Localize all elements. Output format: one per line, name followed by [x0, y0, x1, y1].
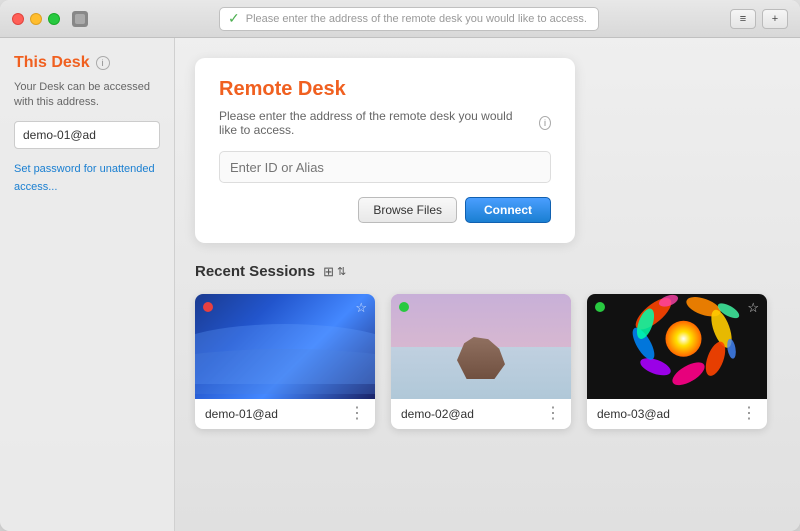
session-name: demo-01@ad	[205, 407, 278, 421]
recent-header: Recent Sessions ⊞ ⇅	[195, 263, 780, 280]
session-thumbnail: ☆	[195, 294, 375, 399]
add-button[interactable]: +	[762, 9, 788, 29]
app-window: ✓ Please enter the address of the remote…	[0, 0, 800, 531]
remote-desk-desc-row: Please enter the address of the remote d…	[219, 109, 551, 137]
session-footer: demo-03@ad ⋮	[587, 399, 767, 429]
minimize-button[interactable]	[30, 13, 42, 25]
search-bar-container: ✓ Please enter the address of the remote…	[96, 7, 722, 31]
this-desk-title: This Desk	[14, 54, 90, 72]
close-button[interactable]	[12, 13, 24, 25]
traffic-lights	[12, 13, 60, 25]
session-card[interactable]: ☆ demo-01@ad ⋮	[195, 294, 375, 429]
browse-files-button[interactable]: Browse Files	[358, 197, 457, 223]
status-dot	[595, 302, 605, 312]
desk-address-input[interactable]	[14, 121, 160, 149]
sidebar-description: Your Desk can be accessed with this addr…	[14, 80, 160, 111]
status-check-icon: ✓	[228, 10, 240, 27]
remote-desk-info-icon[interactable]: i	[539, 116, 551, 130]
star-icon[interactable]: ☆	[747, 300, 759, 316]
view-controls[interactable]: ⊞ ⇅	[323, 264, 346, 280]
content-panel: Remote Desk Please enter the address of …	[175, 38, 800, 531]
recent-sessions-section: Recent Sessions ⊞ ⇅	[195, 263, 780, 429]
remote-desk-card: Remote Desk Please enter the address of …	[195, 58, 575, 243]
session-card[interactable]: ☆ demo-03@ad ⋮	[587, 294, 767, 429]
grid-view-icon: ⊞	[323, 264, 334, 280]
set-password-link[interactable]: Set password for unattended access...	[14, 163, 155, 193]
status-dot	[399, 302, 409, 312]
session-name: demo-03@ad	[597, 407, 670, 421]
sidebar: This Desk i Your Desk can be accessed wi…	[0, 38, 175, 531]
thumb-overlay	[391, 294, 571, 399]
recent-sessions-title: Recent Sessions	[195, 263, 315, 280]
app-icon	[72, 11, 88, 27]
list-view-button[interactable]: ≡	[730, 9, 756, 29]
session-footer: demo-02@ad ⋮	[391, 399, 571, 429]
session-footer: demo-01@ad ⋮	[195, 399, 375, 429]
more-options-button[interactable]: ⋮	[741, 406, 757, 422]
thumb-overlay: ☆	[587, 294, 767, 399]
session-thumbnail	[391, 294, 571, 399]
status-dot	[203, 302, 213, 312]
connect-button[interactable]: Connect	[465, 197, 551, 223]
titlebar: ✓ Please enter the address of the remote…	[0, 0, 800, 38]
session-name: demo-02@ad	[401, 407, 474, 421]
card-actions: Browse Files Connect	[219, 197, 551, 223]
session-thumbnail: ☆	[587, 294, 767, 399]
search-bar[interactable]: ✓ Please enter the address of the remote…	[219, 7, 599, 31]
remote-desk-description: Please enter the address of the remote d…	[219, 109, 533, 137]
star-icon[interactable]: ☆	[355, 300, 367, 316]
titlebar-actions: ≡ +	[730, 9, 788, 29]
remote-desk-title: Remote Desk	[219, 78, 551, 101]
more-options-button[interactable]: ⋮	[545, 406, 561, 422]
session-card[interactable]: demo-02@ad ⋮	[391, 294, 571, 429]
sessions-grid: ☆ demo-01@ad ⋮	[195, 294, 780, 429]
main-content: This Desk i Your Desk can be accessed wi…	[0, 38, 800, 531]
search-placeholder-text: Please enter the address of the remote d…	[246, 13, 590, 25]
thumb-overlay: ☆	[195, 294, 375, 399]
sidebar-title-row: This Desk i	[14, 54, 160, 72]
more-options-button[interactable]: ⋮	[349, 406, 365, 422]
info-icon[interactable]: i	[96, 56, 110, 70]
maximize-button[interactable]	[48, 13, 60, 25]
sort-icon: ⇅	[337, 265, 346, 278]
remote-address-input[interactable]	[219, 151, 551, 183]
